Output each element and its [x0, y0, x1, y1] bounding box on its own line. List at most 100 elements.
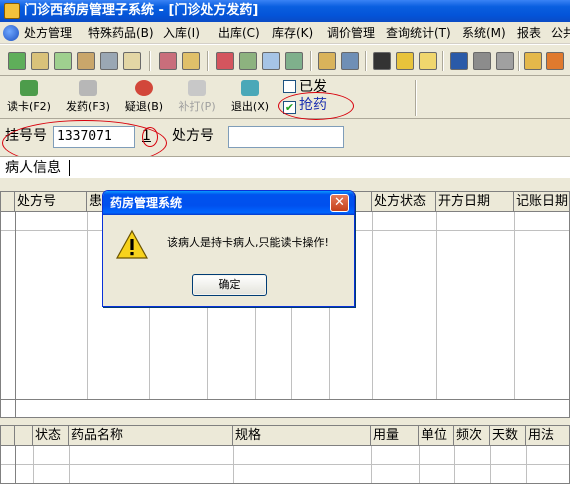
bag-icon[interactable] — [31, 52, 49, 70]
grid-col-line — [15, 446, 16, 483]
menu-special-drugs[interactable]: 特殊药品(B) — [88, 25, 154, 41]
document-icon[interactable] — [159, 52, 177, 70]
col-drug-name[interactable]: 药品名称 — [69, 426, 233, 446]
ok-button[interactable]: 确定 — [192, 274, 267, 296]
card-reader-icon — [20, 80, 38, 96]
exit-label: 退出(X) — [230, 100, 270, 113]
app-icon — [4, 3, 20, 19]
col-frequency[interactable]: 频次 — [454, 426, 490, 446]
exit-icon — [241, 80, 259, 96]
menu-rx-management[interactable]: 处方管理 — [24, 25, 72, 41]
toolbar-separator — [365, 51, 367, 71]
grid-col-line — [371, 446, 372, 483]
binoculars-icon[interactable] — [100, 52, 118, 70]
col-usage[interactable]: 用法 — [526, 426, 569, 446]
edit-icon[interactable] — [318, 52, 336, 70]
menu-public[interactable]: 公共 — [551, 25, 570, 41]
grid-col-line — [436, 212, 437, 399]
drug-grid[interactable]: 状态 药品名称 规格 用量 单位 频次 天数 用法 — [0, 425, 570, 484]
read-card-button[interactable]: 读卡(F2) — [4, 80, 54, 116]
dispense-icon — [79, 80, 97, 96]
col-status[interactable]: 状态 — [33, 426, 69, 446]
col-unit[interactable]: 单位 — [419, 426, 454, 446]
menu-query-stats[interactable]: 查询统计(T) — [386, 25, 451, 41]
drug-grid-header: 状态 药品名称 规格 用量 单位 频次 天数 用法 — [1, 426, 569, 446]
tools-icon[interactable] — [496, 52, 514, 70]
dialog-message: 该病人是持卡病人,只能读卡操作! — [167, 236, 329, 249]
menu-bar: 处方管理 特殊药品(B) 入库(I) 出库(C) 库存(K) 调价管理 查询统计… — [0, 22, 570, 44]
list-edit-icon[interactable] — [216, 52, 234, 70]
col-days[interactable]: 天数 — [490, 426, 526, 446]
annotation-ellipse-grab — [278, 92, 354, 120]
bicycle-icon[interactable] — [123, 52, 141, 70]
jar-icon[interactable] — [450, 52, 468, 70]
menu-inventory[interactable]: 库存(K) — [272, 25, 313, 41]
checklist-icon[interactable] — [239, 52, 257, 70]
message-dialog: 药房管理系统 ✕ 该病人是持卡病人,只能读卡操作! 确定 — [102, 190, 355, 307]
grid-col-line — [33, 446, 34, 483]
window-title-bar[interactable]: 门诊西药房管理子系统 - [门诊处方发药] — [0, 0, 570, 22]
dialog-title-bar[interactable]: 药房管理系统 — [103, 191, 354, 215]
grid-col-line — [69, 446, 70, 483]
reprint-button[interactable]: 补打(P) — [174, 80, 220, 116]
menu-system[interactable]: 系统(M) — [462, 25, 506, 41]
col-billing-date[interactable]: 记账日期 — [514, 192, 569, 212]
query-return-button[interactable]: 疑退(B) — [120, 80, 168, 116]
toolbar-separator — [149, 51, 151, 71]
reprint-label: 补打(P) — [178, 100, 216, 113]
notes-icon[interactable] — [419, 52, 437, 70]
menu-reports[interactable]: 报表 — [517, 25, 541, 41]
col-spec[interactable]: 规格 — [233, 426, 371, 446]
query-return-label: 疑退(B) — [124, 100, 164, 113]
export-icon[interactable] — [285, 52, 303, 70]
col-rx-date[interactable]: 开方日期 — [436, 192, 514, 212]
grid-col-line — [372, 212, 373, 399]
icon-toolbar — [0, 44, 570, 76]
dispense-button[interactable]: 发药(F3) — [62, 80, 114, 116]
system-menu-icon[interactable] — [3, 25, 19, 41]
close-icon: ✕ — [334, 195, 345, 210]
check-icon[interactable] — [54, 52, 72, 70]
toolbar-separator — [442, 51, 444, 71]
grid-col-line — [454, 446, 455, 483]
car-icon[interactable] — [77, 52, 95, 70]
calculator-icon[interactable] — [373, 52, 391, 70]
bell-icon[interactable] — [396, 52, 414, 70]
menu-stock-in[interactable]: 入库(I) — [163, 25, 200, 41]
thermometer-icon[interactable] — [546, 52, 564, 70]
dispense-label: 发药(F3) — [66, 100, 110, 113]
printer-icon — [188, 80, 206, 96]
annotation-circle-count — [142, 127, 158, 147]
window-title: 门诊西药房管理子系统 - [门诊处方发药] — [24, 3, 259, 18]
grid-col-line — [87, 212, 88, 399]
folder-icon[interactable] — [524, 52, 542, 70]
exit-button[interactable]: 退出(X) — [227, 80, 273, 116]
menu-stock-out[interactable]: 出库(C) — [218, 25, 260, 41]
person-search-icon[interactable] — [473, 52, 491, 70]
warning-icon — [116, 229, 148, 259]
text-cursor — [69, 160, 70, 176]
grid-col-line — [419, 446, 420, 483]
toolbar-separator — [518, 51, 520, 71]
dialog-close-button[interactable]: ✕ — [330, 194, 349, 212]
grid-col-line — [233, 446, 234, 483]
patient-info-label: 病人信息 — [5, 160, 61, 176]
window-icon[interactable] — [341, 52, 359, 70]
grid-col-line — [15, 212, 16, 417]
col-rx-no[interactable]: 处方号 — [15, 192, 87, 212]
col-rx-status[interactable]: 处方状态 — [372, 192, 436, 212]
copy-icon[interactable] — [262, 52, 280, 70]
dialog-title: 药房管理系统 — [110, 196, 183, 210]
new-icon[interactable] — [8, 52, 26, 70]
toolbar-separator — [310, 51, 312, 71]
grid-col-line — [526, 446, 527, 483]
menu-price-adjust[interactable]: 调价管理 — [327, 25, 375, 41]
col-dosage[interactable]: 用量 — [371, 426, 419, 446]
card-icon[interactable] — [182, 52, 200, 70]
row-indicator-header — [1, 192, 15, 212]
toolbar-divider — [415, 80, 417, 116]
rx-no-input[interactable] — [228, 126, 344, 148]
dispensed-checkbox-box[interactable] — [283, 80, 296, 93]
col-blank — [15, 426, 33, 446]
patient-info-bar: 病人信息 — [0, 156, 570, 178]
